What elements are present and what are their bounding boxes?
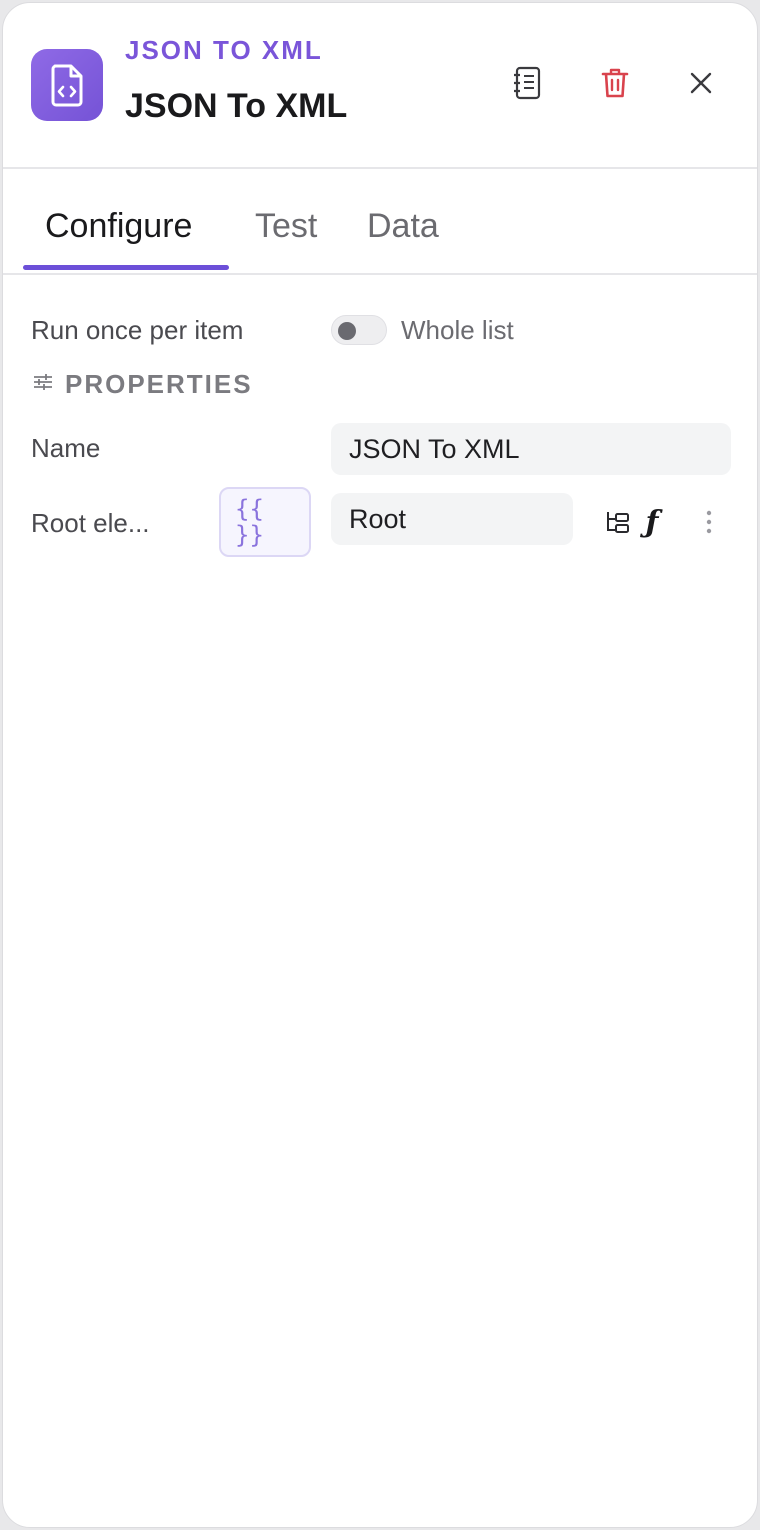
more-vertical-icon[interactable] xyxy=(697,507,721,537)
tab-test[interactable]: Test xyxy=(255,207,317,246)
panel-header: JSON TO XML JSON To XML xyxy=(3,3,757,169)
tab-configure[interactable]: Configure xyxy=(45,207,192,246)
run-once-per-item-label: Run once per item xyxy=(31,315,244,345)
notes-button[interactable] xyxy=(505,63,549,107)
function-icon[interactable]: ƒ xyxy=(637,505,667,540)
tab-bar: Configure Test Data xyxy=(3,169,757,275)
name-input[interactable]: JSON To XML xyxy=(331,423,731,475)
name-label: Name xyxy=(31,433,101,463)
node-type-label: JSON TO XML xyxy=(125,35,323,65)
node-title[interactable]: JSON To XML xyxy=(125,87,347,126)
tab-data[interactable]: Data xyxy=(367,207,439,246)
properties-section-header: PROPERTIES xyxy=(33,369,253,400)
properties-title: PROPERTIES xyxy=(65,369,253,399)
node-config-panel: JSON TO XML JSON To XML Configure Test D… xyxy=(2,2,758,1528)
trash-icon xyxy=(601,67,629,104)
tree-icon[interactable] xyxy=(603,507,633,537)
close-icon xyxy=(689,71,713,100)
delete-button[interactable] xyxy=(593,63,637,107)
toggle-knob xyxy=(338,322,356,340)
brace-open-text: {{ xyxy=(235,495,264,523)
notebook-icon xyxy=(512,66,542,105)
brace-close-text: }} xyxy=(235,521,264,549)
run-mode-toggle[interactable] xyxy=(331,315,387,345)
file-code-icon xyxy=(31,49,103,121)
expression-toggle-button[interactable]: {{ }} xyxy=(219,487,311,557)
whole-list-label: Whole list xyxy=(401,315,514,345)
active-tab-indicator xyxy=(23,265,229,270)
close-button[interactable] xyxy=(679,63,723,107)
root-element-input[interactable]: Root xyxy=(331,493,573,545)
sliders-icon xyxy=(33,372,53,397)
root-element-label: Root ele... xyxy=(31,508,150,538)
